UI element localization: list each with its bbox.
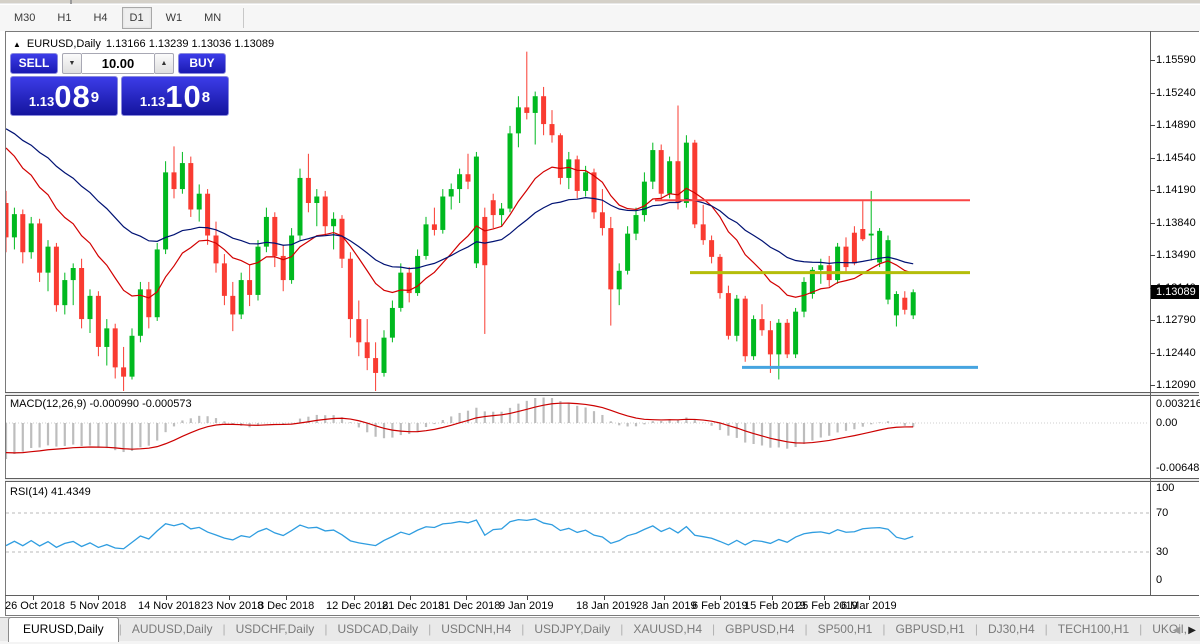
price-tick-label: 1.14540: [1156, 152, 1196, 164]
buy-pipette: 8: [202, 83, 210, 113]
chart-window[interactable]: [5, 31, 1199, 616]
chart-ohlc-values: 1.13166 1.13239 1.13036 1.13089: [106, 38, 274, 50]
collapse-arrow-icon[interactable]: ▲: [13, 40, 21, 49]
date-label: 18 Jan 2019: [576, 600, 637, 612]
date-label: 3 Dec 2018: [258, 600, 314, 612]
chart-tab-eurusd-daily[interactable]: EURUSD,Daily: [8, 617, 119, 642]
price-tick-mark: [1150, 223, 1155, 224]
chart-tab-bar: EURUSD,Daily|AUDUSD,Daily|USDCHF,Daily|U…: [0, 617, 1200, 641]
date-label: 12 Dec 2018: [326, 600, 388, 612]
date-label: 6 Feb 2019: [692, 600, 748, 612]
toolbar-edge: [0, 0, 1200, 4]
timeframe-button-h4[interactable]: H4: [85, 7, 115, 29]
volume-decrease-button[interactable]: ▼: [62, 53, 82, 74]
indicator-axis-label: 0.003216: [1156, 398, 1200, 410]
price-tick-mark: [1150, 158, 1155, 159]
date-label: 26 Oct 2018: [5, 600, 65, 612]
date-label: 28 Jan 2019: [636, 600, 697, 612]
price-tick-label: 1.12090: [1156, 379, 1196, 391]
buy-button[interactable]: BUY: [178, 53, 226, 74]
price-tick-mark: [1150, 93, 1155, 94]
date-label: 14 Nov 2018: [138, 600, 200, 612]
date-label: 31 Dec 2018: [438, 600, 500, 612]
indicator-axis-label: 30: [1156, 546, 1168, 558]
price-tick-label: 1.15590: [1156, 54, 1196, 66]
chart-tab-gbpusd-h1[interactable]: GBPUSD,H1: [885, 618, 974, 641]
price-tick-label: 1.13840: [1156, 217, 1196, 229]
indicator-axis-label: 0.00: [1156, 417, 1177, 429]
chevron-down-icon: ▼: [69, 60, 76, 67]
date-label: 9 Jan 2019: [499, 600, 553, 612]
current-price-badge: 1.13089: [1151, 285, 1199, 299]
price-tick-mark: [1150, 320, 1155, 321]
indicator-axis-label: 100: [1156, 482, 1174, 494]
date-label: 6 Mar 2019: [841, 600, 897, 612]
chevron-up-icon: ▲: [161, 60, 168, 67]
price-tick-mark: [1150, 60, 1155, 61]
price-tick-label: 1.13490: [1156, 249, 1196, 261]
timeframe-button-mn[interactable]: MN: [196, 7, 229, 29]
chart-title: ▲ EURUSD,Daily 1.13166 1.13239 1.13036 1…: [13, 38, 274, 50]
chart-tab-usdcnh-h4[interactable]: USDCNH,H4: [431, 618, 521, 641]
price-axis-divider: [1150, 31, 1151, 596]
macd-indicator-label: MACD(12,26,9) -0.000990 -0.000573: [10, 398, 192, 410]
chart-tab-dj30-h4[interactable]: DJ30,H4: [978, 618, 1045, 641]
price-tick-label: 1.14890: [1156, 119, 1196, 131]
one-click-trade-panel: SELL ▼ ▲ BUY 1.13 08 9 1.13 10 8: [10, 53, 230, 116]
indicator-axis-label: 0: [1156, 574, 1162, 586]
price-tick-mark: [1150, 255, 1155, 256]
price-tick-label: 1.15240: [1156, 87, 1196, 99]
chart-tab-usdcad-daily[interactable]: USDCAD,Daily: [327, 618, 428, 641]
chart-tab-tech100-h1[interactable]: TECH100,H1: [1048, 618, 1139, 641]
date-label: 21 Dec 2018: [382, 600, 444, 612]
tab-scroll-right-icon[interactable]: ▶: [1188, 625, 1196, 636]
sell-quote-box[interactable]: 1.13 08 9: [10, 76, 118, 116]
timeframe-button-w1[interactable]: W1: [158, 7, 191, 29]
pane-splitter-macd[interactable]: [5, 392, 1199, 396]
tab-scroll-left-icon[interactable]: ◀: [1173, 625, 1181, 636]
price-tick-label: 1.12440: [1156, 347, 1196, 359]
timeframe-button-d1[interactable]: D1: [122, 7, 152, 29]
date-label: 5 Nov 2018: [70, 600, 126, 612]
price-tick-mark: [1150, 190, 1155, 191]
timeframe-toolbar: M30 H1 H4 D1 W1MN: [0, 5, 1200, 31]
rsi-indicator-label: RSI(14) 41.4349: [10, 486, 91, 498]
chart-tab-xauusd-h4[interactable]: XAUUSD,H4: [623, 618, 712, 641]
toolbar-divider: [243, 8, 244, 28]
sell-pips: 08: [54, 81, 90, 112]
volume-input[interactable]: [82, 53, 154, 74]
sell-pipette: 9: [91, 83, 99, 113]
sell-button[interactable]: SELL: [10, 53, 58, 74]
indicator-axis-label: -0.006485: [1156, 462, 1200, 474]
buy-pips: 10: [165, 81, 201, 112]
indicator-axis-label: 70: [1156, 507, 1168, 519]
pane-splitter-rsi[interactable]: [5, 478, 1199, 482]
time-axis-divider: [5, 595, 1199, 596]
chart-tab-sp500-h1[interactable]: SP500,H1: [808, 618, 883, 641]
chart-tab-audusd-daily[interactable]: AUDUSD,Daily: [122, 618, 223, 641]
price-tick-mark: [1150, 385, 1155, 386]
chart-symbol-period: EURUSD,Daily: [27, 38, 101, 50]
sell-big-figure: 1.13: [29, 92, 54, 112]
timeframe-button-m30[interactable]: M30: [6, 7, 43, 29]
buy-quote-box[interactable]: 1.13 10 8: [121, 76, 229, 116]
chart-tab-gbpusd-h4[interactable]: GBPUSD,H4: [715, 618, 804, 641]
date-label: 23 Nov 2018: [201, 600, 263, 612]
timeframe-button-h1[interactable]: H1: [49, 7, 79, 29]
price-tick-mark: [1150, 353, 1155, 354]
mt4-window: M30 H1 H4 D1 W1MN ▲ EURUSD,Daily 1.13166 1.1…: [0, 0, 1200, 644]
chart-tab-usdjpy-daily[interactable]: USDJPY,Daily: [524, 618, 620, 641]
price-tick-label: 1.14190: [1156, 184, 1196, 196]
volume-increase-button[interactable]: ▲: [154, 53, 174, 74]
chart-tab-usdchf-daily[interactable]: USDCHF,Daily: [226, 618, 325, 641]
price-tick-mark: [1150, 125, 1155, 126]
price-tick-label: 1.12790: [1156, 314, 1196, 326]
buy-big-figure: 1.13: [140, 92, 165, 112]
